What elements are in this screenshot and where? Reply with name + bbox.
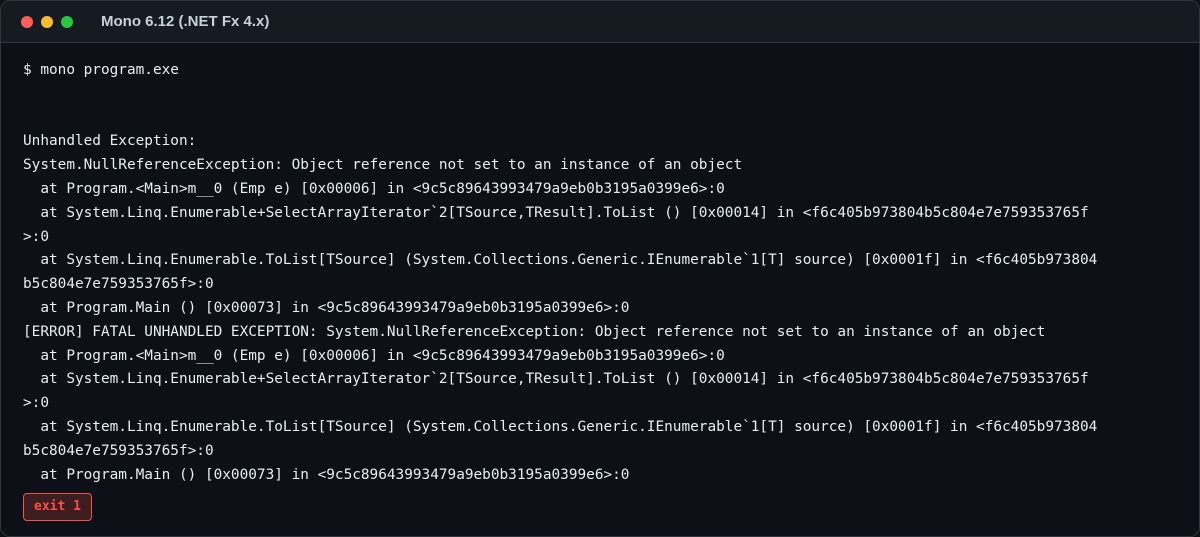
output-line: at Program.Main () [0x00073] in <9c5c896…	[23, 299, 630, 316]
output-line: at System.Linq.Enumerable.ToList[TSource…	[23, 252, 1098, 269]
output-line: at System.Linq.Enumerable.ToList[TSource…	[23, 418, 1098, 435]
command-line: $ mono program.exe	[23, 62, 179, 78]
output-line: b5c804e7e759353765f>:0	[23, 276, 214, 293]
close-window-icon[interactable]	[21, 15, 33, 28]
output-line: at Program.<Main>m__0 (Emp e) [0x00006] …	[23, 180, 725, 197]
maximize-window-icon[interactable]	[61, 15, 73, 28]
output-line: System.NullReferenceException: Object re…	[23, 157, 743, 174]
output-line: at Program.Main () [0x00073] in <9c5c896…	[23, 466, 630, 483]
output-line: at System.Linq.Enumerable+SelectArrayIte…	[23, 204, 1089, 221]
output-line: >:0	[23, 228, 49, 245]
terminal-window: Mono 6.12 (.NET Fx 4.x) $ mono program.e…	[0, 0, 1200, 537]
minimize-window-icon[interactable]	[41, 15, 53, 28]
output-line: at Program.<Main>m__0 (Emp e) [0x00006] …	[23, 347, 725, 364]
output-line: Unhandled Exception:	[23, 133, 197, 150]
window-title: Mono 6.12 (.NET Fx 4.x)	[101, 13, 270, 30]
exit-code-badge: exit 1	[23, 493, 92, 522]
output-line: >:0	[23, 395, 49, 412]
output-line: [ERROR] FATAL UNHANDLED EXCEPTION: Syste…	[23, 323, 1046, 340]
title-bar: Mono 6.12 (.NET Fx 4.x)	[1, 1, 1199, 43]
output-line: b5c804e7e759353765f>:0	[23, 442, 214, 459]
output-line: at System.Linq.Enumerable+SelectArrayIte…	[23, 371, 1089, 388]
terminal-output[interactable]: $ mono program.exe Unhandled Exception: …	[1, 43, 1199, 522]
